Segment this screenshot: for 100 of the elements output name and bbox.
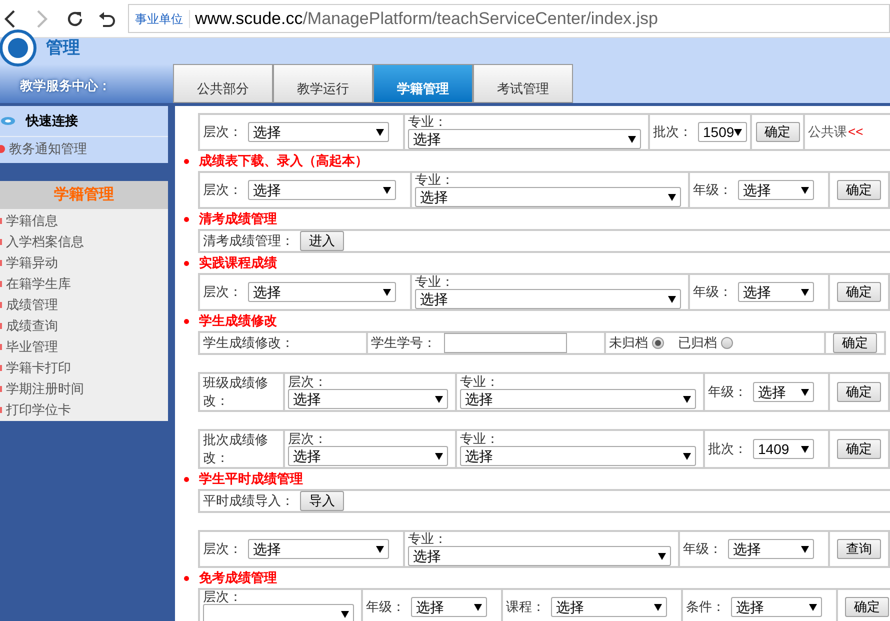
address-bar[interactable]: 事业单位 www.scude.cc/ManagePlatform/teachServiceCenter/index.jsp <box>128 4 890 33</box>
dropdown-select[interactable]: 选择 <box>731 597 822 617</box>
dropdown-select[interactable]: 选择 <box>248 180 396 200</box>
panel-title: 快速连接 <box>26 112 78 130</box>
nav-tab[interactable]: 公共部分 <box>173 64 273 103</box>
back-icon[interactable] <box>4 10 16 28</box>
menu-item[interactable]: 打印学位卡 <box>6 400 71 420</box>
dropdown-select[interactable]: 选择 <box>738 282 814 302</box>
action-button[interactable]: 查询 <box>837 539 881 559</box>
field-label: 年级： <box>683 541 722 557</box>
field-label: 层次： <box>288 432 328 446</box>
radio-button[interactable] <box>652 337 664 349</box>
dropdown-select[interactable]: 选择 <box>551 597 667 617</box>
dropdown-select[interactable]: 选择 <box>460 389 696 409</box>
field-label: 批次： <box>653 124 692 140</box>
dropdown-arrow-icon <box>801 288 809 296</box>
action-button[interactable]: 导入 <box>300 491 344 511</box>
dropdown-select[interactable]: 选择 <box>248 122 389 142</box>
field-label: 专业： <box>415 173 455 187</box>
nav-tab[interactable]: 教学运行 <box>273 64 373 103</box>
action-button[interactable]: 确定 <box>837 382 881 402</box>
dropdown-select[interactable]: 选择 <box>738 180 814 200</box>
dropdown-arrow-icon <box>383 288 391 296</box>
field-label: 专业： <box>460 375 500 389</box>
row-label: 平时成绩导入： <box>203 493 294 509</box>
dropdown-arrow-icon <box>435 396 443 402</box>
dropdown-arrow-icon <box>734 128 742 136</box>
expand-link[interactable]: << <box>848 124 864 140</box>
field-label: 年级： <box>708 384 747 400</box>
field-label: 年级： <box>693 284 732 300</box>
section-title: 实践课程成绩 <box>199 254 277 272</box>
dropdown-select[interactable]: 选择 <box>408 546 671 566</box>
bullet-icon <box>184 476 189 482</box>
action-button[interactable]: 确定 <box>845 597 889 617</box>
undo-icon[interactable] <box>98 10 116 28</box>
action-button[interactable]: 确定 <box>833 333 877 353</box>
field-label: 层次： <box>203 590 243 604</box>
dropdown-arrow-icon <box>801 446 809 452</box>
menu-item[interactable]: 学籍异动 <box>6 252 58 272</box>
site-tag: 事业单位 <box>129 10 190 28</box>
dropdown-select[interactable]: 1409 <box>753 439 814 459</box>
menu-item[interactable]: 学籍卡打印 <box>6 358 71 378</box>
dropdown-arrow-icon <box>801 388 809 396</box>
field-label: 专业： <box>408 532 448 546</box>
dropdown-arrow-icon <box>683 452 691 460</box>
row-label: 班级成绩修改： <box>203 374 269 410</box>
reload-icon[interactable] <box>66 10 84 28</box>
menu-item[interactable]: 学籍信息 <box>6 210 58 230</box>
dropdown-arrow-icon <box>801 546 809 552</box>
quick-link[interactable]: 教务通知管理 <box>9 139 87 159</box>
section-title: 免考成绩管理 <box>199 569 277 588</box>
bullet-icon <box>0 144 6 154</box>
dropdown-select[interactable]: 选择 <box>415 289 681 309</box>
bullet-icon <box>184 318 189 324</box>
dropdown-arrow-icon <box>658 552 666 560</box>
menu-item[interactable]: 在籍学生库 <box>6 274 71 294</box>
menu-item[interactable]: 成绩查询 <box>6 316 58 336</box>
field-label: 年级： <box>366 599 405 615</box>
course-label: 公共课 <box>808 124 847 140</box>
field-label: 条件： <box>686 599 725 615</box>
dropdown-select[interactable]: 选择 <box>248 282 396 302</box>
action-button[interactable]: 确定 <box>837 180 881 200</box>
field-label: 层次： <box>203 124 242 140</box>
action-button[interactable]: 进入 <box>300 231 344 251</box>
dropdown-arrow-icon <box>474 604 482 610</box>
section-title: 学生平时成绩管理 <box>199 470 303 488</box>
menu-item[interactable]: 毕业管理 <box>6 336 58 356</box>
dropdown-select[interactable]: 1509 <box>698 122 748 142</box>
menu-title: 学籍管理 <box>54 184 114 205</box>
menu-item[interactable]: 学期注册时间 <box>6 378 84 398</box>
radio-label: 已归档 <box>678 335 717 351</box>
menu-item[interactable]: 成绩管理 <box>6 294 58 314</box>
dropdown-select[interactable]: 选择 <box>288 389 448 409</box>
action-button[interactable]: 确定 <box>837 439 881 459</box>
logo-text: 管理 <box>46 37 80 60</box>
dropdown-select[interactable]: 选择 <box>248 539 389 559</box>
dropdown-arrow-icon <box>628 136 636 142</box>
field-label: 专业： <box>415 275 455 289</box>
dropdown-arrow-icon <box>654 604 662 610</box>
dropdown-select[interactable]: 选择 <box>288 446 448 466</box>
field-label: 层次： <box>203 182 242 198</box>
dropdown-select[interactable]: 选择 <box>728 539 814 559</box>
nav-tab[interactable]: 考试管理 <box>473 64 573 103</box>
menu-item[interactable]: 入学档案信息 <box>6 232 84 252</box>
nav-tab[interactable]: 学籍管理 <box>373 64 473 103</box>
action-button[interactable]: 确定 <box>756 122 800 142</box>
field-label: 批次： <box>708 441 747 457</box>
bullet-icon <box>184 576 189 580</box>
dropdown-select[interactable]: 选择 <box>411 597 487 617</box>
dropdown-select[interactable]: 选择 <box>460 446 696 466</box>
section-title: 清考成绩管理 <box>199 210 277 228</box>
field-label: 年级： <box>693 182 732 198</box>
row-label: 批次成绩修改： <box>203 431 269 467</box>
radio-button[interactable] <box>721 337 733 349</box>
dropdown-select[interactable]: 选择 <box>408 129 641 149</box>
section-title: 成绩表下载、录入（高起本） <box>199 152 368 170</box>
student-id-field[interactable] <box>444 333 567 353</box>
dropdown-select[interactable]: 选择 <box>753 382 814 402</box>
action-button[interactable]: 确定 <box>837 282 881 302</box>
dropdown-select[interactable]: 选择 <box>415 187 681 207</box>
